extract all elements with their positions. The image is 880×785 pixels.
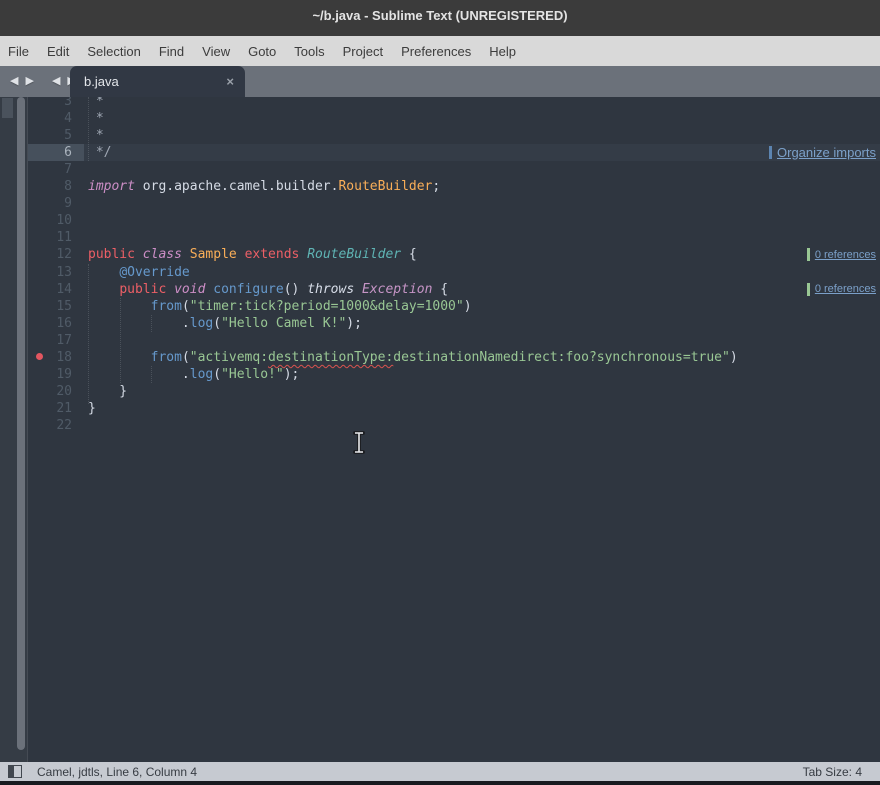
line-number-19: 19 <box>28 366 78 383</box>
indent-guide <box>88 97 89 161</box>
line-number-21: 21 <box>28 400 78 417</box>
line-number-5: 5 <box>28 127 78 144</box>
tab-label: b.java <box>84 74 226 89</box>
tab-history-back-icon[interactable]: ◀ <box>8 66 20 97</box>
line-number-4: 4 <box>28 110 78 127</box>
line-number-8: 8 <box>28 178 78 195</box>
menu-item-preferences[interactable]: Preferences <box>401 44 471 59</box>
error-marker-dot <box>36 353 43 360</box>
status-text: Camel, jdtls, Line 6, Column 4 <box>37 765 803 779</box>
tab-nav: ◀ ▶ ◀ ▶ <box>8 66 78 97</box>
menu-item-selection[interactable]: Selection <box>87 44 140 59</box>
line-number-3: 3 <box>28 97 78 110</box>
bottom-strip <box>0 781 880 785</box>
ibeam-mouse-cursor <box>352 431 366 454</box>
indent-guide <box>88 264 89 405</box>
code-line-6[interactable]: */ <box>88 144 111 161</box>
indent-guide <box>151 366 152 383</box>
line-number-14: 14 <box>28 281 78 298</box>
references-link[interactable]: 0 references <box>815 249 876 261</box>
code-line-14[interactable]: public void configure() throws Exception… <box>88 281 448 298</box>
code-line-16[interactable]: .log("Hello Camel K!"); <box>88 315 362 332</box>
tab-history-forward-icon[interactable]: ▶ <box>23 66 35 97</box>
code-line-3[interactable]: * <box>88 97 104 110</box>
sublime-window: ~/b.java - Sublime Text (UNREGISTERED) F… <box>0 0 880 785</box>
organize-imports-link[interactable]: Organize imports <box>777 145 876 160</box>
references-link[interactable]: 0 references <box>815 283 876 295</box>
scroll-top-box <box>2 98 13 118</box>
vertical-scrollbar[interactable] <box>17 97 25 750</box>
code-line-12[interactable]: public class Sample extends RouteBuilder… <box>88 246 417 263</box>
indent-guide <box>120 298 121 384</box>
line-number-9: 9 <box>28 195 78 212</box>
code-line-15[interactable]: from("timer:tick?period=1000&delay=1000"… <box>88 298 472 315</box>
menu-item-file[interactable]: File <box>8 44 29 59</box>
menu-item-goto[interactable]: Goto <box>248 44 276 59</box>
annotation-bar <box>769 146 772 159</box>
title-bar: ~/b.java - Sublime Text (UNREGISTERED) <box>0 0 880 36</box>
code-line-13[interactable]: @Override <box>88 264 190 281</box>
tab-close-icon[interactable]: × <box>226 74 234 89</box>
tab-bar: ◀ ▶ ◀ ▶ b.java × <box>0 66 880 97</box>
code-line-4[interactable]: * <box>88 110 104 127</box>
window-title: ~/b.java - Sublime Text (UNREGISTERED) <box>312 8 567 36</box>
code-line-18[interactable]: from("activemq:destinationType:destinati… <box>88 349 738 366</box>
sidebar-toggle-icon[interactable] <box>8 765 22 778</box>
tab-size-indicator[interactable]: Tab Size: 4 <box>803 765 862 779</box>
code-line-21[interactable]: } <box>88 400 96 417</box>
left-strip <box>0 97 28 762</box>
line-number-12: 12 <box>28 246 78 263</box>
current-line-highlight <box>84 144 880 161</box>
references-annotation-class: 0 references <box>807 246 876 263</box>
line-number-10: 10 <box>28 212 78 229</box>
line-number-6: 6 <box>28 144 78 161</box>
line-number-22: 22 <box>28 417 78 434</box>
line-number-7: 7 <box>28 161 78 178</box>
annotation-bar <box>807 283 810 296</box>
indent-guide <box>151 315 152 332</box>
code-line-5[interactable]: * <box>88 127 104 144</box>
code-line-8[interactable]: import org.apache.camel.builder.RouteBui… <box>88 178 440 195</box>
line-number-15: 15 <box>28 298 78 315</box>
tab-scroll-left-icon[interactable]: ◀ <box>50 66 62 97</box>
menu-item-help[interactable]: Help <box>489 44 516 59</box>
menu-item-project[interactable]: Project <box>343 44 383 59</box>
line-number-11: 11 <box>28 229 78 246</box>
tab-bjava[interactable]: b.java × <box>70 66 245 97</box>
menu-item-find[interactable]: Find <box>159 44 184 59</box>
line-number-16: 16 <box>28 315 78 332</box>
menu-item-edit[interactable]: Edit <box>47 44 69 59</box>
status-bar: Camel, jdtls, Line 6, Column 4 Tab Size:… <box>0 762 880 781</box>
annotation-bar <box>807 248 810 261</box>
line-number-17: 17 <box>28 332 78 349</box>
menu-item-tools[interactable]: Tools <box>294 44 324 59</box>
references-annotation-method: 0 references <box>807 281 876 298</box>
organize-imports-annotation: Organize imports <box>769 144 876 161</box>
line-number-13: 13 <box>28 264 78 281</box>
menu-item-view[interactable]: View <box>202 44 230 59</box>
line-number-20: 20 <box>28 383 78 400</box>
code-editor[interactable]: 345678910111213141516171819202122 * * * … <box>0 97 880 762</box>
code-line-20[interactable]: } <box>88 383 127 400</box>
menu-bar: File Edit Selection Find View Goto Tools Projec… <box>0 36 880 66</box>
